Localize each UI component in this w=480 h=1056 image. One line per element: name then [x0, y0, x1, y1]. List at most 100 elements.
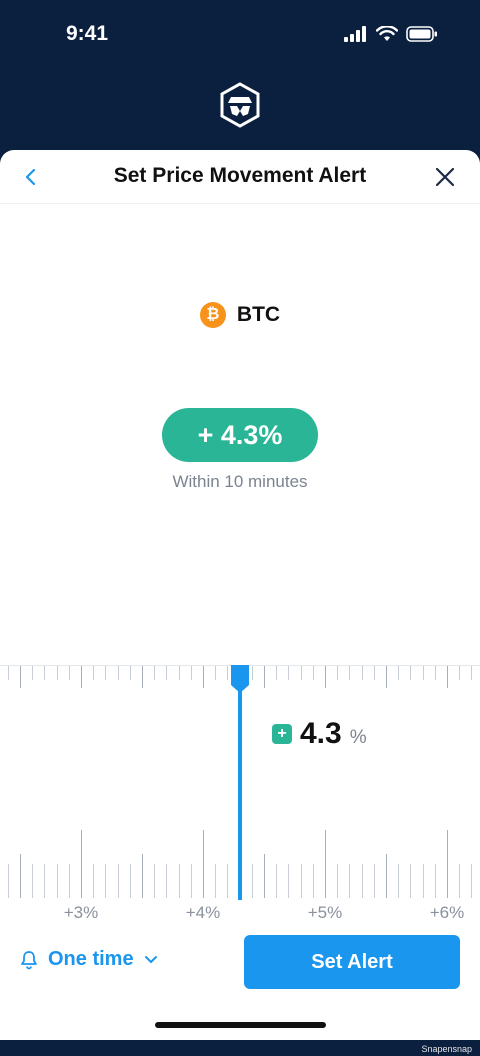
- ruler-tick: [288, 666, 289, 680]
- ruler-tick: [32, 864, 33, 898]
- ruler-tick: [20, 666, 21, 688]
- ruler-tick: [142, 666, 143, 688]
- page-title: Set Price Movement Alert: [113, 164, 367, 187]
- ruler-tick: [349, 864, 350, 898]
- ruler-tick: [288, 864, 289, 898]
- ruler-indicator-line: [238, 665, 242, 900]
- ruler-tick: [459, 864, 460, 898]
- ruler-tick: [227, 864, 228, 898]
- ruler-tick: [93, 666, 94, 680]
- readout-unit: %: [349, 727, 367, 748]
- ruler-tick: [8, 864, 9, 898]
- ruler-tick: [276, 666, 277, 680]
- ruler-tick: [386, 666, 387, 688]
- status-bar: 9:41: [0, 0, 480, 72]
- ruler-tick: [142, 854, 143, 898]
- ruler-tick: [349, 666, 350, 680]
- ruler-tick: [325, 666, 326, 688]
- frequency-label: One time: [48, 948, 134, 970]
- percent-ruler[interactable]: +3% +4% +5% +6% + 4.3 %: [0, 665, 480, 930]
- ruler-tick: [423, 864, 424, 898]
- ruler-readout: + 4.3 %: [272, 717, 367, 751]
- ruler-tick: [252, 666, 253, 680]
- brand-logo-icon: [220, 82, 260, 128]
- ruler-tick: [105, 864, 106, 898]
- ruler-tick: [435, 666, 436, 680]
- ruler-tick: [44, 864, 45, 898]
- battery-icon: [406, 26, 437, 42]
- ruler-tick: [386, 854, 387, 898]
- ruler-tick: [301, 666, 302, 680]
- asset-symbol: BTC: [236, 303, 281, 326]
- ruler-label: +3%: [63, 903, 99, 922]
- alert-sheet: Set Price Movement Alert ₿ BTC + 4.3% Wi…: [0, 150, 480, 1040]
- ruler-tick: [69, 666, 70, 680]
- movement-percent-pill: + 4.3%: [162, 408, 318, 462]
- ruler-tick: [93, 864, 94, 898]
- ruler-tick: [191, 864, 192, 898]
- ruler-tick: [154, 666, 155, 680]
- frequency-dropdown[interactable]: One time: [20, 948, 158, 971]
- ruler-tick: [313, 864, 314, 898]
- bitcoin-icon: ₿: [199, 302, 226, 328]
- ruler-tick: [337, 864, 338, 898]
- watermark-text: Snapensnap: [421, 1044, 472, 1054]
- ruler-tick: [69, 864, 70, 898]
- ruler-tick: [227, 666, 228, 680]
- ruler-tick: [130, 666, 131, 680]
- readout-value: 4.3: [300, 717, 342, 750]
- ruler-tick: [118, 666, 119, 680]
- ruler-tick: [410, 864, 411, 898]
- ruler-tick: [8, 666, 9, 680]
- brand-header: [0, 72, 480, 152]
- ruler-tick: [374, 864, 375, 898]
- ruler-tick: [264, 666, 265, 688]
- ruler-tick: [398, 864, 399, 898]
- bell-icon: [21, 950, 37, 969]
- ruler-tick: [154, 864, 155, 898]
- ruler-tick: [398, 666, 399, 680]
- ruler-drag-handle[interactable]: [231, 665, 249, 693]
- ruler-tick: [20, 854, 21, 898]
- ruler-tick: [325, 830, 326, 898]
- nav-bar: Set Price Movement Alert: [0, 150, 480, 204]
- ruler-tick: [179, 666, 180, 680]
- ruler-tick: [118, 864, 119, 898]
- ruler-tick: [471, 864, 472, 898]
- ruler-tick: [81, 666, 82, 688]
- ruler-tick: [130, 864, 131, 898]
- ruler-label: +6%: [429, 903, 465, 922]
- ruler-tick: [166, 666, 167, 680]
- ruler-tick: [81, 830, 82, 898]
- ruler-tick: [57, 666, 58, 680]
- ruler-tick: [435, 864, 436, 898]
- close-icon[interactable]: [430, 162, 460, 192]
- ruler-tick: [423, 666, 424, 680]
- status-time: 9:41: [66, 22, 109, 45]
- ruler-tick: [203, 666, 204, 688]
- ruler-label: +4%: [185, 903, 221, 922]
- home-indicator: [155, 1022, 326, 1028]
- ruler-tick: [362, 864, 363, 898]
- ruler-tick: [264, 854, 265, 898]
- ruler-tick: [44, 666, 45, 680]
- ruler-tick: [57, 864, 58, 898]
- ruler-tick: [374, 666, 375, 680]
- ruler-tick: [203, 830, 204, 898]
- ruler-tick: [252, 864, 253, 898]
- ruler-tick: [313, 666, 314, 680]
- ruler-tick: [471, 666, 472, 680]
- ruler-tick: [215, 666, 216, 680]
- plus-sign-icon: +: [272, 724, 292, 744]
- status-icons: [344, 26, 438, 42]
- ruler-label: +5%: [307, 903, 343, 922]
- ruler-tick: [105, 666, 106, 680]
- ruler-tick: [32, 666, 33, 680]
- set-alert-button[interactable]: Set Alert: [244, 935, 460, 989]
- ruler-tick: [179, 864, 180, 898]
- ruler-tick: [447, 666, 448, 688]
- timeframe-label: Within 10 minutes: [172, 472, 308, 491]
- ruler-tick: [447, 830, 448, 898]
- wifi-icon: [376, 26, 398, 41]
- ruler-tick: [191, 666, 192, 680]
